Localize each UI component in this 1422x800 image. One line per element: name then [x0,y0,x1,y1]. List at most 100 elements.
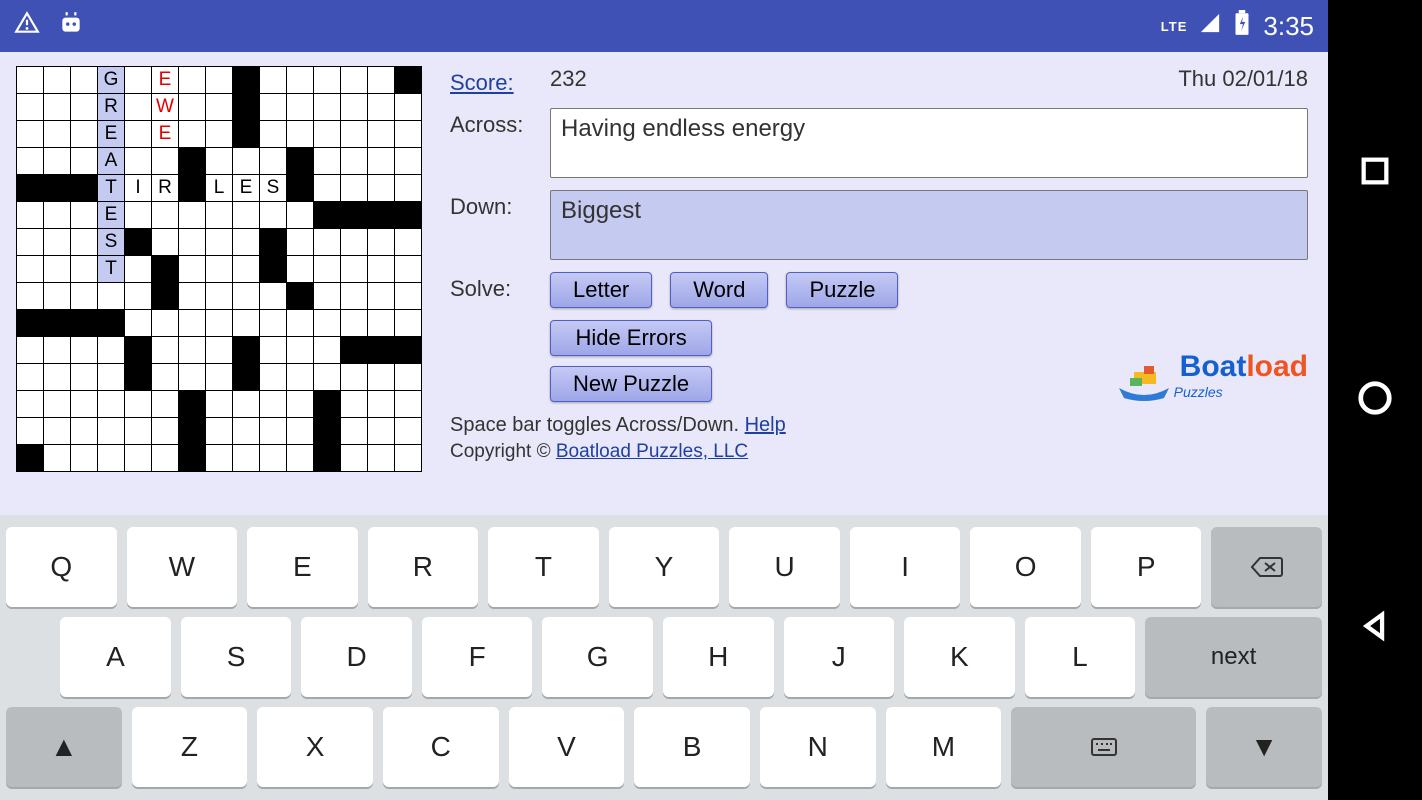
grid-cell[interactable] [71,94,98,121]
grid-cell[interactable] [71,364,98,391]
grid-cell[interactable] [395,391,422,418]
grid-cell[interactable] [395,229,422,256]
grid-cell[interactable] [17,391,44,418]
grid-cell[interactable] [395,256,422,283]
grid-cell[interactable] [98,283,125,310]
grid-cell[interactable] [44,121,71,148]
grid-cell[interactable] [368,418,395,445]
key-e[interactable]: E [247,527,358,607]
grid-cell[interactable] [125,283,152,310]
grid-cell[interactable] [314,94,341,121]
back-button[interactable] [1358,609,1392,646]
grid-cell[interactable] [287,418,314,445]
grid-cell[interactable] [314,364,341,391]
grid-cell[interactable] [260,283,287,310]
key-l[interactable]: L [1025,617,1136,697]
grid-cell[interactable] [152,202,179,229]
next-key[interactable]: next [1145,617,1322,697]
grid-cell[interactable] [17,364,44,391]
grid-cell[interactable] [44,229,71,256]
grid-cell[interactable] [179,256,206,283]
grid-cell[interactable] [233,445,260,472]
grid-cell[interactable] [341,94,368,121]
grid-cell[interactable] [206,337,233,364]
grid-cell[interactable] [125,310,152,337]
grid-cell[interactable] [17,229,44,256]
grid-cell[interactable] [44,148,71,175]
grid-cell[interactable] [17,337,44,364]
help-link[interactable]: Help [745,414,786,436]
grid-cell[interactable] [206,202,233,229]
grid-cell[interactable] [152,229,179,256]
grid-cell[interactable] [395,445,422,472]
grid-cell[interactable] [233,310,260,337]
grid-cell[interactable] [17,67,44,94]
grid-cell[interactable] [71,391,98,418]
grid-cell[interactable] [71,67,98,94]
across-clue[interactable]: Having endless energy [550,108,1308,178]
solve-letter-button[interactable]: Letter [550,272,652,308]
copyright-link[interactable]: Boatload Puzzles, LLC [556,441,748,462]
grid-cell[interactable] [206,391,233,418]
grid-cell[interactable] [368,67,395,94]
grid-cell[interactable] [179,121,206,148]
grid-cell[interactable] [368,256,395,283]
grid-cell[interactable] [206,67,233,94]
grid-cell[interactable] [314,229,341,256]
grid-cell[interactable]: I [125,175,152,202]
grid-cell[interactable] [179,229,206,256]
grid-cell[interactable] [260,121,287,148]
grid-cell[interactable] [368,94,395,121]
key-y[interactable]: Y [609,527,720,607]
grid-cell[interactable] [368,283,395,310]
key-t[interactable]: T [488,527,599,607]
key-j[interactable]: J [784,617,895,697]
emoji-key[interactable] [1011,707,1196,787]
grid-cell[interactable] [287,121,314,148]
grid-cell[interactable] [17,418,44,445]
key-k[interactable]: K [904,617,1015,697]
down-clue[interactable]: Biggest [550,190,1308,260]
grid-cell[interactable] [17,256,44,283]
grid-cell[interactable] [233,229,260,256]
grid-cell[interactable] [395,418,422,445]
grid-cell[interactable] [71,148,98,175]
grid-cell[interactable] [260,445,287,472]
grid-cell[interactable] [260,67,287,94]
grid-cell[interactable] [287,310,314,337]
grid-cell[interactable] [233,202,260,229]
grid-cell[interactable] [314,175,341,202]
grid-cell[interactable] [368,310,395,337]
grid-cell[interactable] [341,445,368,472]
grid-cell[interactable] [152,364,179,391]
grid-cell[interactable] [206,94,233,121]
grid-cell[interactable] [287,337,314,364]
grid-cell[interactable] [152,148,179,175]
grid-cell[interactable] [44,256,71,283]
grid-cell[interactable] [341,229,368,256]
grid-cell[interactable] [98,337,125,364]
grid-cell[interactable] [287,256,314,283]
key-b[interactable]: B [634,707,750,787]
grid-cell[interactable] [341,175,368,202]
grid-cell[interactable] [179,310,206,337]
grid-cell[interactable] [206,364,233,391]
grid-cell[interactable] [287,445,314,472]
grid-cell[interactable] [179,283,206,310]
grid-cell[interactable] [206,283,233,310]
grid-cell[interactable] [395,148,422,175]
grid-cell[interactable] [17,121,44,148]
grid-cell[interactable]: S [98,229,125,256]
grid-cell[interactable] [179,202,206,229]
new-puzzle-button[interactable]: New Puzzle [550,366,712,402]
grid-cell[interactable]: S [260,175,287,202]
grid-cell[interactable] [368,229,395,256]
grid-cell[interactable] [368,148,395,175]
grid-cell[interactable]: T [98,175,125,202]
grid-cell[interactable] [125,445,152,472]
grid-cell[interactable] [44,391,71,418]
grid-cell[interactable] [98,418,125,445]
key-w[interactable]: W [127,527,238,607]
key-h[interactable]: H [663,617,774,697]
score-label[interactable]: Score: [450,66,530,96]
